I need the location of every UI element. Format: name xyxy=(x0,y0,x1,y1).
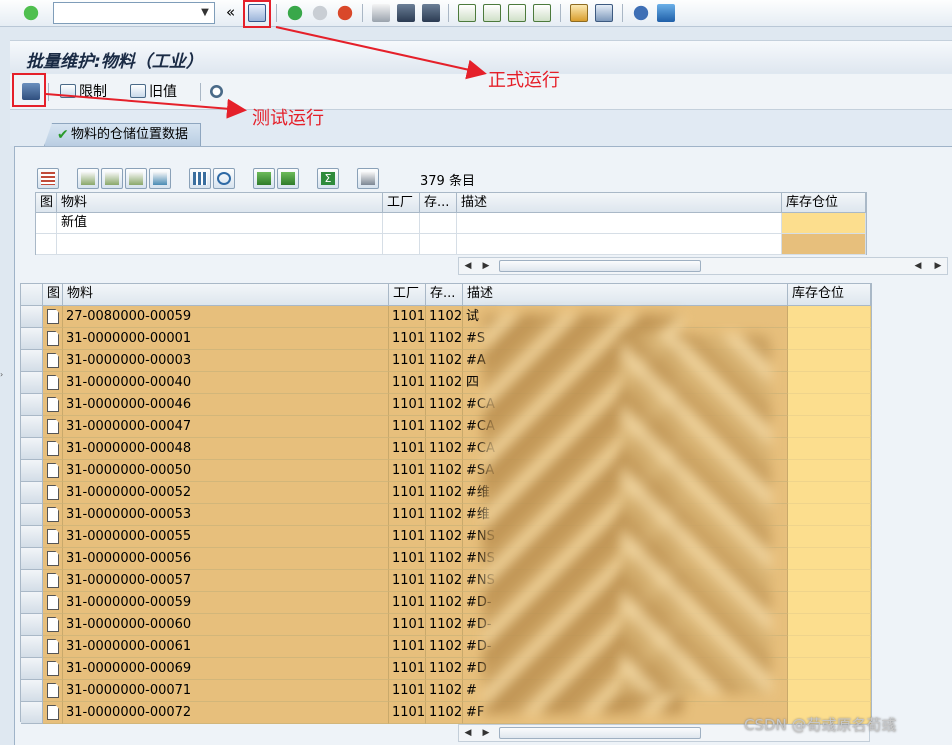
test-run-annotation: 测试运行 xyxy=(252,108,324,129)
formal-run-annotation: 正式运行 xyxy=(488,70,560,91)
arrow-to-formal-run xyxy=(275,26,487,80)
arrow-to-test-run xyxy=(45,93,247,119)
watermark: CSDN @荀彧原名荀彧 xyxy=(744,716,897,734)
annotation-arrows xyxy=(45,26,487,119)
